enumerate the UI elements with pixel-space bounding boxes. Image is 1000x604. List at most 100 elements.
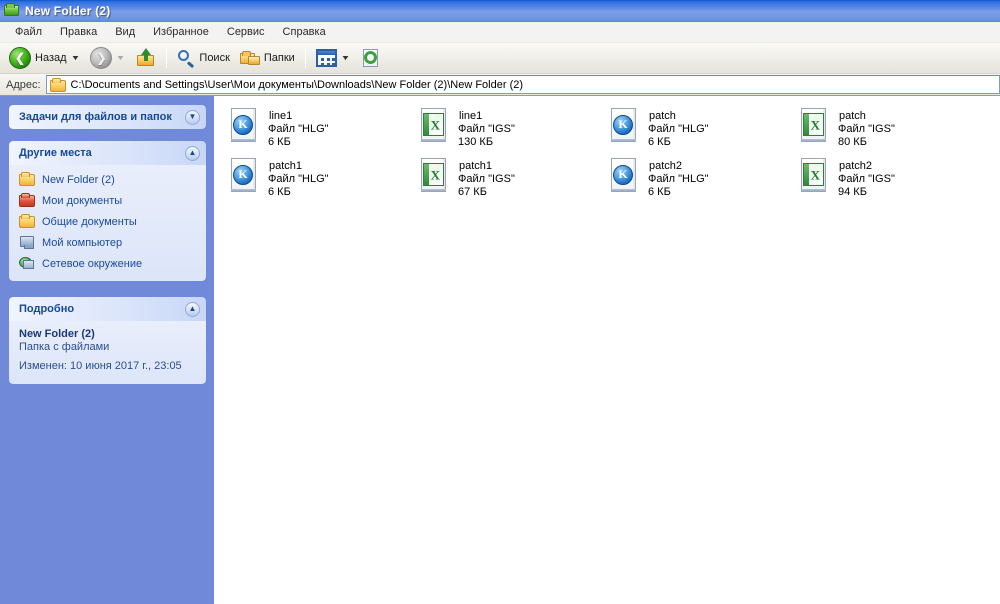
folder-yellow-icon: [19, 172, 35, 188]
sidebar-item-label: Мой компьютер: [42, 237, 123, 249]
chevron-down-icon: ▼: [116, 54, 126, 62]
file-name: patch2: [649, 160, 683, 172]
places-panel-body: New Folder (2) Мои документы Общие докум…: [9, 165, 206, 281]
computer-icon: [19, 235, 35, 251]
igs-file-icon: X: [798, 108, 830, 146]
refresh-icon: [361, 48, 381, 68]
file-name: patch: [839, 110, 866, 122]
up-button[interactable]: [131, 45, 161, 71]
folders-button[interactable]: Папки: [235, 45, 300, 71]
file-kind: Файл "HLG": [648, 173, 709, 185]
menu-item-edit[interactable]: Правка: [51, 24, 106, 40]
file-size: 94 КБ: [838, 186, 867, 198]
views-button[interactable]: ▼: [311, 45, 356, 71]
file-name: patch1: [459, 160, 493, 172]
sidebar-item-label: Общие документы: [42, 216, 137, 228]
sidebar-item-label: Сетевое окружение: [42, 258, 143, 270]
chevron-up-icon[interactable]: ▲: [185, 301, 200, 317]
folders-icon: [239, 50, 260, 67]
sidebar: Задачи для файлов и папок ▼ Другие места…: [0, 96, 214, 604]
search-button-label: Поиск: [199, 52, 230, 64]
places-panel-title: Другие места: [19, 147, 92, 159]
network-icon: [19, 256, 35, 272]
folders-button-label: Папки: [263, 52, 295, 64]
sidebar-item-my-documents[interactable]: Мои документы: [19, 193, 198, 209]
address-path: C:\Documents and Settings\User\Мои докум…: [70, 78, 524, 91]
file-item[interactable]: Kline1 Файл "HLG" 6 КБ: [224, 104, 414, 154]
tasks-panel-title: Задачи для файлов и папок: [19, 111, 172, 123]
hlg-file-icon: K: [608, 158, 640, 196]
file-size: 67 КБ: [458, 186, 487, 198]
details-modified: Изменен: 10 июня 2017 г., 23:05: [19, 360, 182, 372]
chevron-down-icon[interactable]: ▼: [185, 109, 200, 125]
up-folder-icon: [136, 48, 156, 68]
forward-arrow-icon: ❯: [90, 47, 113, 69]
menu-item-help[interactable]: Справка: [274, 24, 335, 40]
file-list[interactable]: Kline1 Файл "HLG" 6 КБ Xline1 Файл "IGS" 130 …: [214, 96, 1000, 604]
file-item[interactable]: Kpatch Файл "HLG" 6 КБ: [604, 104, 794, 154]
menu-bar: Файл Правка Вид Избранное Сервис Справка: [0, 22, 1000, 43]
sidebar-item-shared-documents[interactable]: Общие документы: [19, 214, 198, 230]
address-bar: Адрес: C:\Documents and Settings\User\Мо…: [0, 74, 1000, 96]
sidebar-item-network-places[interactable]: Сетевое окружение: [19, 256, 198, 272]
window-body: Задачи для файлов и папок ▼ Другие места…: [0, 96, 1000, 604]
file-name: line1: [459, 110, 483, 122]
folder-red-icon: [19, 193, 35, 209]
file-size: 80 КБ: [838, 136, 867, 148]
details-panel-header[interactable]: Подробно ▲: [9, 297, 206, 321]
sidebar-item-my-computer[interactable]: Мой компьютер: [19, 235, 198, 251]
file-kind: Файл "HLG": [268, 173, 329, 185]
file-kind: Файл "IGS": [838, 173, 895, 185]
file-size: 130 КБ: [458, 136, 494, 148]
sidebar-item-new-folder-2[interactable]: New Folder (2): [19, 172, 198, 188]
places-panel-header[interactable]: Другие места ▲: [9, 141, 206, 165]
file-item[interactable]: Xpatch Файл "IGS" 80 КБ: [794, 104, 984, 154]
menu-item-tools[interactable]: Сервис: [218, 24, 274, 40]
explorer-window: New Folder (2) Файл Правка Вид Избранное…: [0, 0, 1000, 604]
hlg-file-icon: K: [608, 108, 640, 146]
search-button[interactable]: Поиск: [172, 45, 234, 71]
file-name: patch: [649, 110, 676, 122]
file-item[interactable]: Kpatch1 Файл "HLG" 6 КБ: [224, 154, 414, 204]
toolbar-separator: [304, 48, 306, 68]
file-kind: Файл "IGS": [838, 123, 895, 135]
back-button[interactable]: ❮ Назад ▼: [4, 45, 85, 71]
file-name: line1: [269, 110, 293, 122]
file-kind: Файл "IGS": [458, 173, 515, 185]
file-item[interactable]: Xpatch1 Файл "IGS" 67 КБ: [414, 154, 604, 204]
folder-icon: [4, 3, 20, 19]
details-kind: Папка с файлами: [19, 341, 110, 353]
sidebar-item-label: New Folder (2): [42, 174, 115, 186]
file-size: 6 КБ: [648, 186, 671, 198]
title-bar: New Folder (2): [0, 0, 1000, 22]
tasks-panel-header[interactable]: Задачи для файлов и папок ▼: [9, 105, 206, 129]
chevron-up-icon[interactable]: ▲: [185, 145, 200, 161]
file-item[interactable]: Xpatch2 Файл "IGS" 94 КБ: [794, 154, 984, 204]
file-item[interactable]: Xline1 Файл "IGS" 130 КБ: [414, 104, 604, 154]
back-button-label: Назад: [35, 52, 67, 64]
folder-icon: [49, 77, 66, 92]
refresh-button[interactable]: [356, 45, 386, 71]
folder-yellow-icon: [19, 214, 35, 230]
hlg-file-icon: K: [228, 108, 260, 146]
address-input[interactable]: C:\Documents and Settings\User\Мои докум…: [45, 75, 1000, 94]
menu-item-favorites[interactable]: Избранное: [144, 24, 218, 40]
details-name: New Folder (2): [19, 328, 95, 340]
igs-file-icon: X: [798, 158, 830, 196]
file-item[interactable]: Kpatch2 Файл "HLG" 6 КБ: [604, 154, 794, 204]
details-panel: Подробно ▲ New Folder (2) Папка с файлам…: [9, 297, 206, 384]
file-kind: Файл "IGS": [458, 123, 515, 135]
chevron-down-icon[interactable]: ▼: [340, 55, 350, 62]
chevron-down-icon[interactable]: ▼: [70, 55, 80, 62]
menu-item-view[interactable]: Вид: [106, 24, 144, 40]
forward-button[interactable]: ❯ ▼: [85, 45, 131, 71]
hlg-file-icon: K: [228, 158, 260, 196]
address-label: Адрес:: [6, 78, 41, 91]
file-name: patch1: [269, 160, 303, 172]
toolbar-separator: [166, 48, 168, 68]
menu-item-file[interactable]: Файл: [6, 24, 51, 40]
tasks-panel: Задачи для файлов и папок ▼: [9, 105, 206, 129]
file-size: 6 КБ: [268, 136, 291, 148]
sidebar-item-label: Мои документы: [42, 195, 123, 207]
search-icon: [177, 49, 195, 68]
